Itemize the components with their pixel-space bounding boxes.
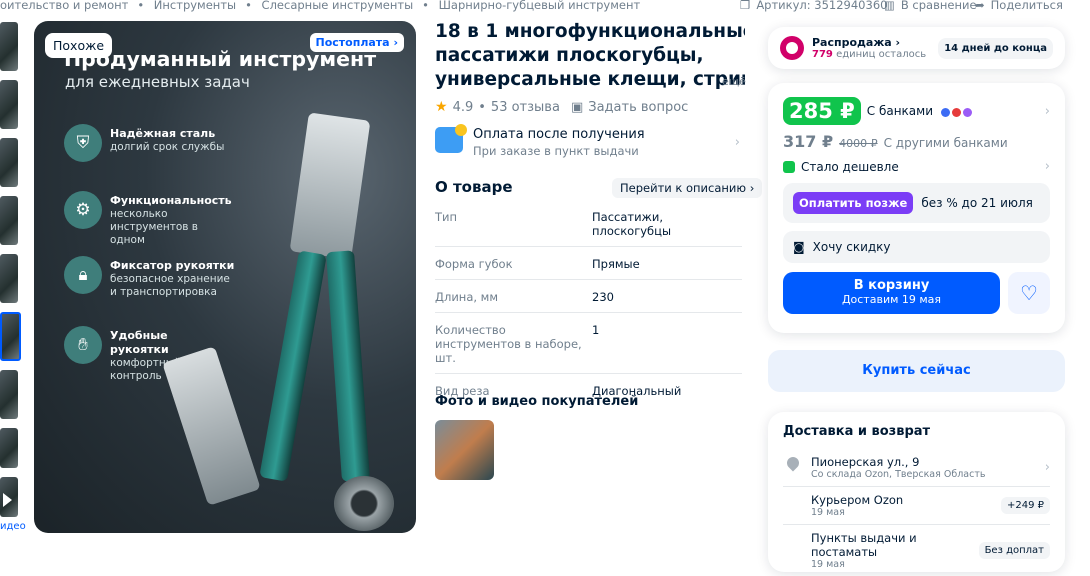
pliers-handle-image xyxy=(259,250,327,482)
pliers-second-image xyxy=(162,346,261,506)
discount-icon: ◙ xyxy=(793,240,805,254)
about-heading: О товаре xyxy=(435,178,513,196)
chevron-right-icon: › xyxy=(1044,460,1050,475)
postpay-badge[interactable]: Постоплата › xyxy=(309,33,404,52)
delivery-heading: Доставка и возврат xyxy=(783,424,931,439)
bank-logos-icon xyxy=(939,102,973,121)
sale-icon xyxy=(780,36,804,60)
delivery-card: Доставка и возврат Пионерская ул., 9 Со с… xyxy=(768,412,1065,572)
hero-subline: для ежедневных задач xyxy=(65,73,250,91)
thumbnail[interactable] xyxy=(0,428,18,468)
price-drop-row[interactable]: Стало дешевле › xyxy=(783,159,1050,174)
sale-banner[interactable]: Распродажа › 779 единиц осталось 14 дней… xyxy=(768,27,1065,69)
share-button[interactable]: ➦ Поделиться xyxy=(975,0,1063,11)
pay-later-row[interactable]: Оплатить позже без % до 21 июля xyxy=(783,183,1050,223)
thumbnail[interactable] xyxy=(0,138,18,187)
video-thumbnail[interactable] xyxy=(0,477,18,517)
product-main-image[interactable]: Продуманный инструмент для ежедневных за… xyxy=(34,21,416,533)
days-left-badge: 14 дней до конца xyxy=(938,37,1053,59)
chevron-right-icon: › xyxy=(1044,103,1050,119)
bank-price-row[interactable]: 285 ₽ С банками › xyxy=(783,97,1050,125)
compare-button[interactable]: ▥ В сравнение xyxy=(884,0,977,11)
spec-row: Длина, мм 230 xyxy=(435,279,742,313)
breadcrumb-item[interactable]: Шарнирно-губцевый инструмент xyxy=(439,0,641,12)
thumbnail[interactable] xyxy=(0,22,18,71)
price-card: 285 ₽ С банками › 317 ₽ 4000 ₽ С другими… xyxy=(768,83,1065,333)
spec-row: Количество инструментов в наборе, шт. 1 xyxy=(435,312,742,374)
postpay-info[interactable]: Оплата после получения При заказе в пунк… xyxy=(435,124,740,158)
copy-icon: ❐ xyxy=(740,0,751,12)
shield-icon: ⛨ xyxy=(64,124,102,162)
breadcrumb-item[interactable]: Инструменты xyxy=(154,0,236,12)
breadcrumb-item[interactable]: Слесарные инструменты xyxy=(262,0,414,12)
bank-price: 285 ₽ xyxy=(783,97,861,125)
chevron-right-icon: › xyxy=(1044,159,1050,174)
buy-now-button[interactable]: Купить сейчас xyxy=(768,350,1065,392)
go-to-description-button[interactable]: Перейти к описанию › xyxy=(612,178,763,198)
lock-icon: 🔒︎ xyxy=(64,256,102,294)
star-icon: ★ xyxy=(435,99,448,115)
spec-row: Тип Пассатижи, плоскогубцы xyxy=(435,200,742,247)
rating-row[interactable]: ★ 4.9 • 53 отзыва ▣ Задать вопрос xyxy=(435,99,688,115)
hero-feature: 🔒︎ Фиксатор рукоятки безопасное хранение … xyxy=(64,256,235,299)
favorite-heart-icon[interactable]: ♡ xyxy=(1008,272,1050,314)
product-title: 18 в 1 многофункциональные пассатижи пло… xyxy=(435,21,745,90)
old-price: 4000 ₽ xyxy=(839,137,878,150)
video-label: идео xyxy=(0,521,26,532)
pliers-head-image xyxy=(289,112,371,260)
similar-button[interactable]: Похоже xyxy=(45,33,113,58)
title-more-link[interactable]: ещё xyxy=(722,75,746,88)
thumbnail[interactable] xyxy=(0,80,18,129)
delivery-option-row: Курьером Ozon 19 мая +249 ₽ xyxy=(783,487,1050,525)
chat-icon: ▣ xyxy=(570,99,584,115)
compare-icon: ▥ xyxy=(884,0,895,12)
hero-feature: ⚙ Функциональность несколько инструментов… xyxy=(64,191,232,247)
share-icon: ➦ xyxy=(975,0,985,12)
pliers-handle-image xyxy=(326,250,370,482)
customer-photo[interactable] xyxy=(435,420,494,480)
reviews-link[interactable]: 53 отзыва xyxy=(491,100,560,115)
pay-later-button[interactable]: Оплатить позже xyxy=(793,192,914,214)
customer-photos-heading: Фото и видео покупателей xyxy=(435,394,639,409)
delivery-option-row: Пункты выдачи и постаматы 19 мая Без допл… xyxy=(783,525,1050,576)
price-down-icon xyxy=(783,160,795,173)
breadcrumb-item[interactable]: оительство и ремонт xyxy=(0,0,128,12)
rating-value: 4.9 xyxy=(452,99,474,115)
thumbnail-strip xyxy=(0,22,22,526)
add-to-cart-button[interactable]: В корзину Доставим 19 мая xyxy=(783,272,1000,314)
nut-image xyxy=(334,476,394,531)
gear-icon: ⚙ xyxy=(64,191,102,229)
ask-question-link[interactable]: Задать вопрос xyxy=(588,100,688,115)
location-pin-icon xyxy=(784,454,802,472)
article-number[interactable]: ❐ Артикул: 3512940360 xyxy=(740,0,887,11)
hero-feature: ⛨ Надёжная сталь долгий срок службы xyxy=(64,124,224,162)
thumbnail[interactable] xyxy=(0,254,18,303)
breadcrumb: оительство и ремонт • Инструменты • Слесар… xyxy=(0,0,641,12)
delivery-address-row[interactable]: Пионерская ул., 9 Со склада Ozon, Тверска… xyxy=(783,449,1050,487)
specs-table: Тип Пассатижи, плоскогубцы Форма губок Пря… xyxy=(435,200,742,406)
thumbnail[interactable] xyxy=(0,370,18,419)
hand-icon: ✋︎ xyxy=(64,326,102,364)
other-price-row: 317 ₽ 4000 ₽ С другими банками xyxy=(783,132,1008,151)
want-discount-button[interactable]: ◙ Хочу скидку xyxy=(783,231,1050,263)
card-icon xyxy=(435,124,467,153)
spec-row: Форма губок Прямые xyxy=(435,246,742,280)
thumbnail[interactable] xyxy=(0,196,18,245)
chevron-right-icon: › xyxy=(734,135,740,150)
thumbnail-selected[interactable] xyxy=(0,312,21,361)
